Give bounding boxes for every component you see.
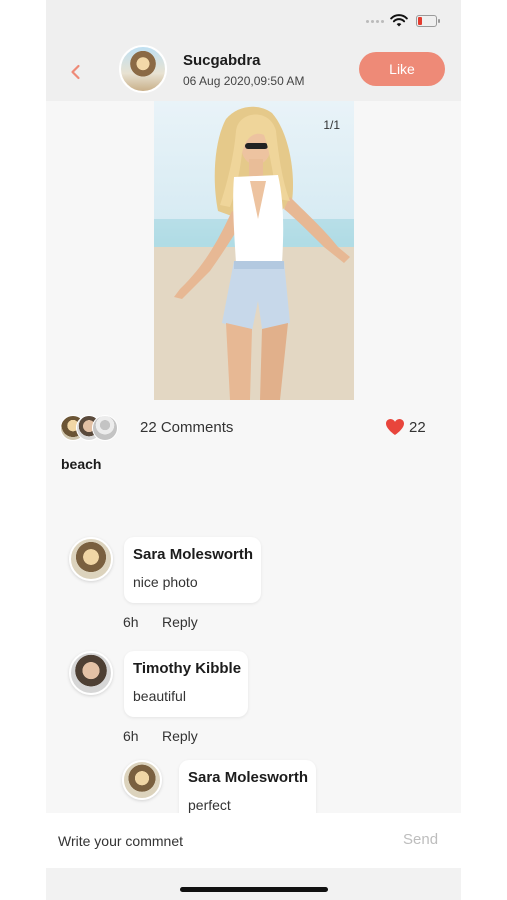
app-frame: Sucgabdra 06 Aug 2020,09:50 AM Like 1/1 … bbox=[46, 0, 461, 900]
comment-bubble: Sara Molesworth nice photo bbox=[124, 537, 261, 603]
comment-author[interactable]: Sara Molesworth bbox=[133, 546, 253, 563]
post-date: 06 Aug 2020,09:50 AM bbox=[183, 74, 305, 88]
comment-input-bar: Send bbox=[46, 813, 461, 868]
comment-avatar[interactable] bbox=[122, 760, 162, 800]
author-name[interactable]: Sucgabdra bbox=[183, 52, 261, 69]
comment-author[interactable]: Timothy Kibble bbox=[133, 660, 241, 677]
like-button[interactable]: Like bbox=[359, 52, 445, 86]
post-photo[interactable]: 1/1 bbox=[154, 101, 354, 400]
post-photo-illustration bbox=[154, 106, 354, 400]
post-caption: beach bbox=[61, 456, 102, 472]
image-counter: 1/1 bbox=[323, 118, 340, 132]
signal-icon bbox=[366, 20, 384, 23]
comment-time: 6h bbox=[123, 728, 139, 744]
comment-text: nice photo bbox=[133, 574, 198, 590]
battery-icon bbox=[416, 15, 437, 27]
send-button[interactable]: Send bbox=[403, 831, 438, 848]
comments-count[interactable]: 22 Comments bbox=[140, 419, 233, 436]
status-bar bbox=[46, 0, 461, 44]
comment-author[interactable]: Sara Molesworth bbox=[188, 769, 308, 786]
comment-bubble: Timothy Kibble beautiful bbox=[124, 651, 248, 717]
back-chevron-icon[interactable] bbox=[66, 62, 86, 82]
commenter-avatar bbox=[92, 415, 118, 441]
comment-avatar[interactable] bbox=[69, 651, 113, 695]
battery-cap bbox=[438, 19, 440, 23]
reply-button[interactable]: Reply bbox=[162, 728, 198, 744]
comment-text: perfect bbox=[188, 797, 231, 813]
likes-count: 22 bbox=[409, 419, 426, 436]
comment-text: beautiful bbox=[133, 688, 186, 704]
post-header: Sucgabdra 06 Aug 2020,09:50 AM Like bbox=[46, 44, 461, 101]
comment-input[interactable] bbox=[56, 829, 380, 853]
home-indicator-area bbox=[46, 868, 461, 900]
reply-button[interactable]: Reply bbox=[162, 614, 198, 630]
wifi-icon bbox=[390, 14, 408, 27]
comment-avatar[interactable] bbox=[69, 537, 113, 581]
heart-icon[interactable] bbox=[385, 418, 405, 436]
comment-time: 6h bbox=[123, 614, 139, 630]
author-avatar[interactable] bbox=[119, 45, 167, 93]
commenter-avatars[interactable] bbox=[60, 415, 120, 441]
home-indicator[interactable] bbox=[180, 887, 328, 892]
